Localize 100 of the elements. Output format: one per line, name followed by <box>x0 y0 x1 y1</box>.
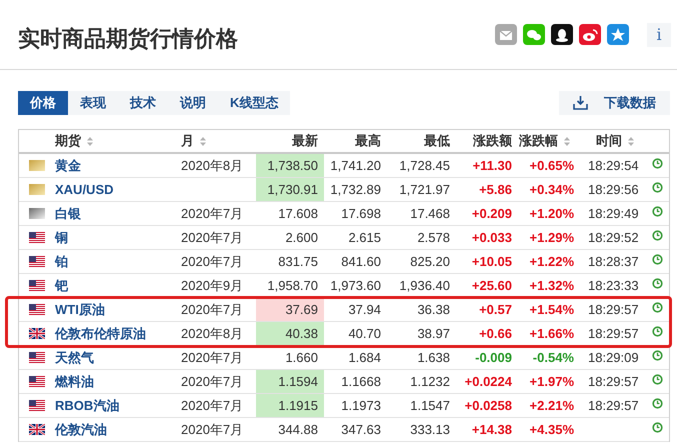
latest-price-cell: 1.1594 <box>256 370 324 393</box>
table-cell-text: 37.94 <box>348 300 381 319</box>
table-cell-text: +0.34% <box>530 180 574 199</box>
sort-icon[interactable] <box>87 136 93 146</box>
clock-icon <box>652 230 663 241</box>
table-cell-text: 1,741.20 <box>330 156 381 175</box>
tab[interactable]: 价格 <box>18 91 68 115</box>
latest-price-cell-text: 2.600 <box>284 228 319 247</box>
tab[interactable]: K线型态 <box>218 91 290 115</box>
wechat-share-icon[interactable] <box>523 24 545 45</box>
latest-price-cell-text: 344.88 <box>277 420 319 439</box>
commodity-link[interactable]: RBOB汽油 <box>55 396 120 416</box>
commodity-link[interactable]: 白银 <box>55 204 81 224</box>
star-share-icon[interactable] <box>607 24 629 45</box>
table-cell-text: +1.97% <box>530 372 574 391</box>
commodity-link[interactable]: 伦敦布伦特原油 <box>55 324 146 344</box>
page-title: 实时商品期货行情价格 <box>18 25 238 53</box>
commodity-link[interactable]: 燃料油 <box>55 372 94 392</box>
table-cell-text: 2.578 <box>417 228 450 247</box>
clock-icon <box>652 326 663 337</box>
commodity-link[interactable]: WTI原油 <box>55 300 105 320</box>
column-header[interactable]: 最高 <box>355 131 381 151</box>
table-cell-text: 18:29:49 <box>588 204 639 223</box>
table-cell-text: 1.1973 <box>341 396 381 415</box>
table-cell-text: +0.0258 <box>464 396 512 415</box>
table-cell-text: +25.60 <box>472 276 512 295</box>
email-share-icon[interactable] <box>495 24 517 45</box>
column-header[interactable]: 期货 <box>55 131 81 151</box>
column-header[interactable]: 最低 <box>424 131 450 151</box>
clock-icon <box>652 158 663 169</box>
column-header[interactable]: 时间 <box>596 131 622 151</box>
clock-icon <box>652 254 663 265</box>
sort-icon[interactable] <box>200 136 206 146</box>
table-cell-text: 1,973.60 <box>330 276 381 295</box>
commodity-link[interactable]: 天然气 <box>55 348 94 368</box>
table-cell-text: +1.66% <box>530 324 574 343</box>
commodity-link[interactable]: 铜 <box>55 228 68 248</box>
table-cell-text: 1,721.97 <box>399 180 450 199</box>
table-cell-text: 1.638 <box>417 348 450 367</box>
table-cell-text: +0.66 <box>479 324 512 343</box>
sort-icon[interactable] <box>628 136 634 146</box>
table-cell-text: 2020年7月 <box>181 228 244 247</box>
clock-icon <box>652 206 663 217</box>
table-cell-text: 18:23:33 <box>588 276 639 295</box>
qq-share-icon[interactable] <box>551 24 573 45</box>
latest-price-cell-text: 831.75 <box>277 252 319 271</box>
commodity-link[interactable]: 黄金 <box>55 156 81 176</box>
clock-icon <box>652 398 663 409</box>
table-cell-text: 38.97 <box>417 324 450 343</box>
latest-price-cell-text: 17.608 <box>277 204 319 223</box>
column-header[interactable]: 涨跌幅 <box>519 131 558 151</box>
table-cell-text: 36.38 <box>417 300 450 319</box>
column-header[interactable]: 最新 <box>292 131 318 151</box>
table-cell-text: +4.35% <box>530 420 574 439</box>
column-header[interactable]: 月 <box>181 131 194 151</box>
table-cell-text: +2.21% <box>530 396 574 415</box>
sort-icon[interactable] <box>564 136 570 146</box>
commodity-link[interactable]: XAU/USD <box>55 180 114 200</box>
weibo-share-icon[interactable] <box>579 24 601 45</box>
commodity-link[interactable]: 伦敦汽油 <box>55 420 107 440</box>
latest-price-cell-text: 1.660 <box>284 348 319 367</box>
table-cell-text: 1,728.45 <box>399 156 450 175</box>
info-button[interactable]: i <box>647 22 671 46</box>
commodity-link[interactable]: 铂 <box>55 252 68 272</box>
latest-price-cell: 37.69 <box>256 298 324 321</box>
table-cell-text: +0.033 <box>472 228 512 247</box>
table-cell-text: 2020年7月 <box>181 348 244 367</box>
clock-icon <box>652 278 663 289</box>
clock-icon <box>652 422 663 433</box>
tab[interactable]: 技术 <box>118 91 168 115</box>
download-button[interactable]: 下载数据 <box>559 91 670 115</box>
download-icon <box>573 96 588 110</box>
table-cell-text: +0.0224 <box>464 372 512 391</box>
table-cell-text: 333.13 <box>410 420 450 439</box>
table-cell-text: +1.54% <box>530 300 574 319</box>
table-cell-text: 18:29:54 <box>588 156 639 175</box>
table-cell-text: +10.05 <box>472 252 512 271</box>
table-cell-text: +1.22% <box>530 252 574 271</box>
table-cell-text: 18:28:37 <box>588 252 639 271</box>
table-cell-text: 2020年8月 <box>181 324 244 343</box>
clock-icon <box>652 182 663 193</box>
latest-price-cell: 40.38 <box>256 322 324 345</box>
column-header[interactable]: 涨跌额 <box>473 131 512 151</box>
table-cell-text: 2.615 <box>348 228 381 247</box>
table-cell-text: 18:29:57 <box>588 300 639 319</box>
table-cell-text: 841.60 <box>341 252 381 271</box>
commodity-link[interactable]: 钯 <box>55 276 68 296</box>
table-cell-text: -0.009 <box>475 348 512 367</box>
table-cell-text: 1,732.89 <box>330 180 381 199</box>
table-cell-text: +1.20% <box>530 204 574 223</box>
table-cell-text: 1.684 <box>348 348 381 367</box>
table-cell-text: +0.65% <box>530 156 574 175</box>
table-cell-text: 2020年9月 <box>181 276 244 295</box>
latest-price-cell: 1,730.91 <box>256 178 324 201</box>
tab[interactable]: 表现 <box>68 91 118 115</box>
table-cell-text: 2020年7月 <box>181 204 244 223</box>
table-cell-text: 18:29:52 <box>588 228 639 247</box>
table-cell-text: 18:29:57 <box>588 372 639 391</box>
table-cell-text: 17.698 <box>341 204 381 223</box>
tab[interactable]: 说明 <box>168 91 218 115</box>
